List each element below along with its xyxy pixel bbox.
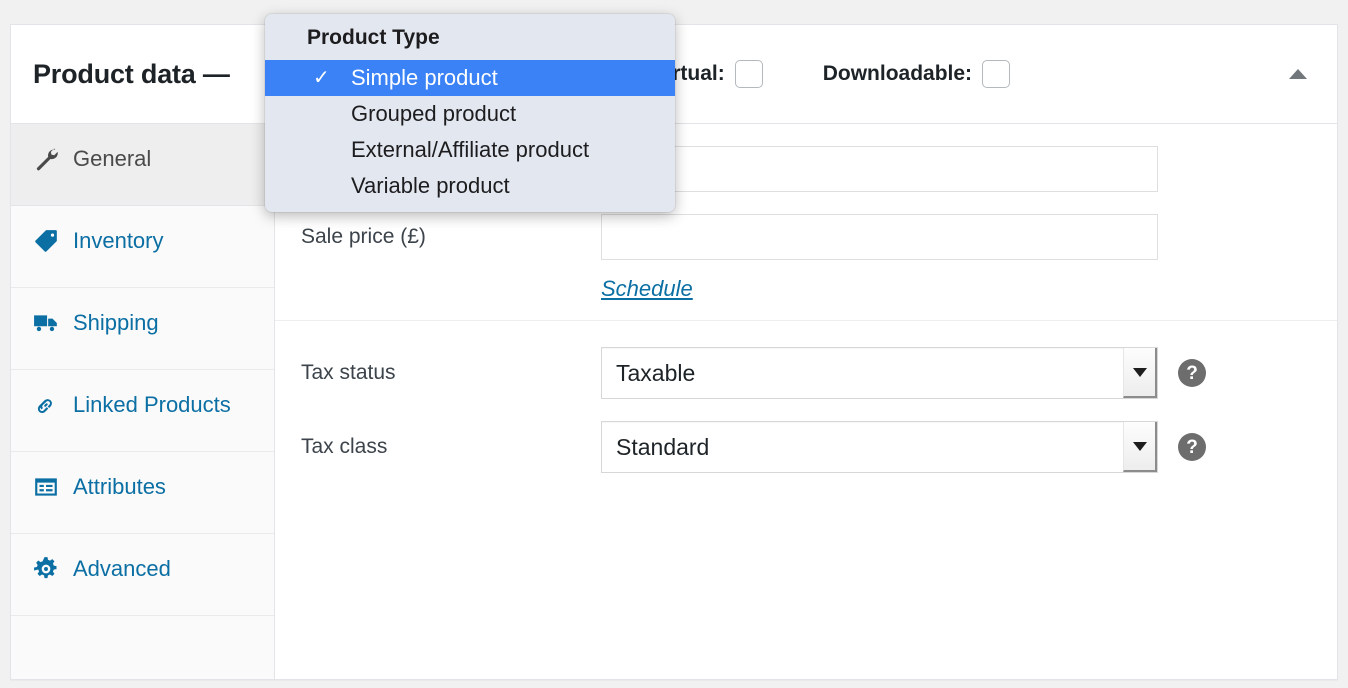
chevron-down-glyph <box>1132 441 1147 451</box>
sidebar-item-label: Shipping <box>73 310 159 335</box>
sidebar-item-shipping[interactable]: Shipping <box>11 288 274 370</box>
sale-price-input[interactable] <box>601 214 1158 260</box>
sidebar-item-inventory[interactable]: Inventory <box>11 206 274 288</box>
dropdown-title: Product Type <box>307 26 440 49</box>
product-type-dropdown-menu[interactable]: Product Type ✓ Simple product Grouped pr… <box>265 14 675 212</box>
sidebar-item-linked-products[interactable]: Linked Products <box>11 370 274 452</box>
sidebar-item-general[interactable]: General <box>11 124 274 206</box>
sidebar-item-advanced[interactable]: Advanced <box>11 534 274 616</box>
dropdown-option-simple-product[interactable]: ✓ Simple product <box>265 60 675 96</box>
dropdown-option-label: Grouped product <box>351 101 517 126</box>
sidebar-item-label: Advanced <box>73 556 171 581</box>
sale-price-label: Sale price (£) <box>301 225 426 248</box>
regular-price-input[interactable] <box>601 146 1158 192</box>
sale-price-row: Sale price (£) <box>275 214 1337 260</box>
dropdown-option-external-affiliate-product[interactable]: External/Affiliate product <box>265 132 675 168</box>
tax-class-value: Standard <box>616 433 710 460</box>
tax-status-value: Taxable <box>616 359 696 386</box>
tax-class-row: Tax class Standard ? <box>275 421 1337 473</box>
triangle-up-icon <box>1289 69 1307 79</box>
check-icon: ✓ <box>313 67 330 89</box>
chevron-down-icon[interactable] <box>1123 348 1157 398</box>
link-icon <box>33 392 59 418</box>
sidebar-item-attributes[interactable]: Attributes <box>11 452 274 534</box>
tax-status-row: Tax status Taxable ? <box>275 347 1337 399</box>
gear-icon <box>33 556 59 582</box>
sidebar-item-label: General <box>73 146 152 171</box>
downloadable-checkbox-group[interactable]: Downloadable: <box>822 60 1011 88</box>
collapse-panel-button[interactable] <box>1285 61 1311 87</box>
tax-status-help-icon[interactable]: ? <box>1178 359 1206 387</box>
tag-icon <box>33 228 59 254</box>
downloadable-checkbox[interactable] <box>982 60 1011 88</box>
schedule-row: Schedule <box>275 276 1337 302</box>
sidebar-item-label: Attributes <box>73 474 166 499</box>
tax-class-select[interactable]: Standard <box>601 421 1158 473</box>
sidebar-item-label: Linked Products <box>73 392 231 417</box>
chevron-down-glyph <box>1132 367 1147 377</box>
schedule-sale-link[interactable]: Schedule <box>601 276 693 302</box>
tax-status-label: Tax status <box>301 361 396 384</box>
dropdown-option-label: Simple product <box>351 65 498 90</box>
dropdown-option-label: External/Affiliate product <box>351 137 590 162</box>
sidebar-item-partial[interactable] <box>11 616 274 662</box>
dropdown-option-grouped-product[interactable]: Grouped product <box>265 96 675 132</box>
virtual-checkbox[interactable] <box>734 60 763 88</box>
tax-options-group: Tax status Taxable ? Tax class Standard <box>275 320 1337 491</box>
dropdown-option-label: Variable product <box>351 173 510 198</box>
truck-icon <box>33 310 59 336</box>
product-data-tabs: General Inventory Shipping Linked Produc… <box>11 124 275 679</box>
dropdown-option-variable-product[interactable]: Variable product <box>265 168 675 204</box>
page-title: Product data — <box>33 58 230 89</box>
sidebar-item-label: Inventory <box>73 228 164 253</box>
downloadable-label: Downloadable: <box>822 62 973 85</box>
tax-status-select[interactable]: Taxable <box>601 347 1158 399</box>
tax-class-help-icon[interactable]: ? <box>1178 433 1206 461</box>
list-view-icon <box>33 474 59 500</box>
chevron-down-icon[interactable] <box>1123 422 1157 472</box>
tax-class-label: Tax class <box>301 435 388 458</box>
wrench-icon <box>33 146 59 172</box>
